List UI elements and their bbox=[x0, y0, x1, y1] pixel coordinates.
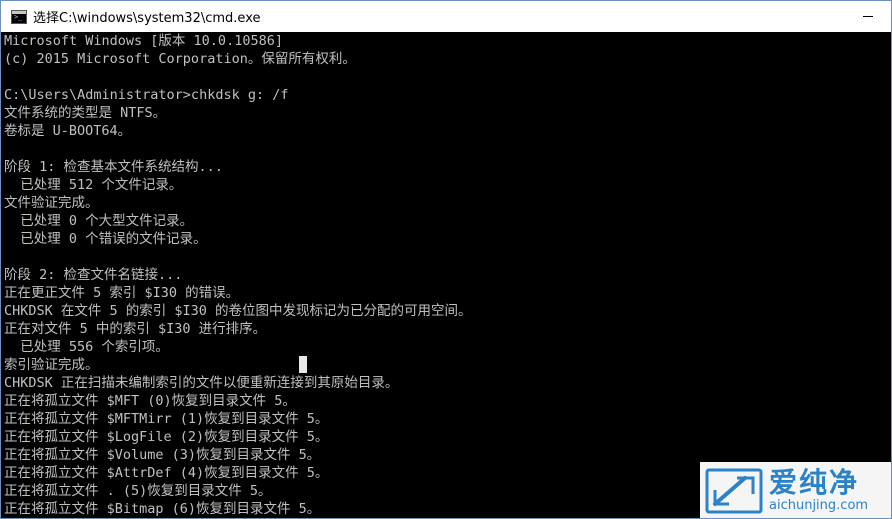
console-line: 正在将孤立文件 $MFTMirr (1)恢复到目录文件 5。 bbox=[4, 411, 329, 427]
console-line: Microsoft Windows [版本 10.0.10586] bbox=[4, 33, 283, 49]
console-line: 正在对文件 5 中的索引 $I30 进行排序。 bbox=[4, 321, 267, 337]
console-line: 正在将孤立文件 $AttrDef (4)恢复到目录文件 5。 bbox=[4, 465, 329, 481]
console-line: 索引验证完成。 bbox=[4, 357, 99, 373]
console-line: 已处理 0 个大型文件记录。 bbox=[4, 213, 194, 229]
title-bar[interactable]: 选择C:\windows\system32\cmd.exe bbox=[1, 1, 891, 32]
console-line: 阶段 2: 检查文件名链接... bbox=[4, 267, 183, 283]
console-line: 已处理 0 个错误的文件记录。 bbox=[4, 231, 207, 247]
minimize-icon bbox=[863, 16, 873, 17]
text-cursor bbox=[299, 356, 307, 373]
cmd-window: 选择C:\windows\system32\cmd.exe Microsoft … bbox=[0, 0, 892, 519]
console-line: 正在更正文件 5 索引 $I30 的错误。 bbox=[4, 285, 240, 301]
console-line: 正在将孤立文件 $LogFile (2)恢复到目录文件 5。 bbox=[4, 429, 329, 445]
brand-logo-icon bbox=[705, 468, 763, 514]
watermark-brand: 爱纯净 bbox=[769, 466, 860, 499]
console-line: CHKDSK 正在扫描未编制索引的文件以便重新连接到其原始目录。 bbox=[4, 375, 399, 391]
watermark-text: 爱纯净 aichunjing.com bbox=[769, 468, 868, 514]
console-line: 文件系统的类型是 NTFS。 bbox=[4, 105, 167, 121]
window-controls bbox=[845, 1, 891, 32]
watermark-url: aichunjing.com bbox=[769, 498, 869, 513]
console-line: 已处理 556 个索引项。 bbox=[4, 339, 169, 355]
console-line: 正在将孤立文件 $MFT (0)恢复到目录文件 5。 bbox=[4, 393, 296, 409]
console-line: 已处理 512 个文件记录。 bbox=[4, 177, 183, 193]
watermark-logo: 爱纯净 aichunjing.com bbox=[700, 462, 891, 518]
console-line: 正在将孤立文件 $Bitmap (6)恢复到目录文件 5。 bbox=[4, 501, 321, 517]
console-line: 正在将孤立文件 . (5)恢复到目录文件 5。 bbox=[4, 483, 272, 499]
console-line: (c) 2015 Microsoft Corporation。保留所有权利。 bbox=[4, 51, 356, 67]
console-line: 文件验证完成。 bbox=[4, 195, 99, 211]
console-line: 正在将孤立文件 $Volume (3)恢复到目录文件 5。 bbox=[4, 447, 321, 463]
cmd-app-icon[interactable] bbox=[11, 9, 27, 24]
console-line: CHKDSK 在文件 5 的索引 $I30 的卷位图中发现标记为已分配的可用空间… bbox=[4, 303, 472, 319]
console-line: 阶段 1: 检查基本文件系统结构... bbox=[4, 159, 223, 175]
minimize-button[interactable] bbox=[845, 1, 891, 32]
console-line: C:\Users\Administrator>chkdsk g: /f bbox=[4, 87, 289, 103]
console-output[interactable]: Microsoft Windows [版本 10.0.10586] (c) 20… bbox=[1, 32, 891, 518]
window-title: 选择C:\windows\system32\cmd.exe bbox=[33, 11, 261, 26]
console-line: 卷标是 U-BOOT64。 bbox=[4, 123, 132, 139]
